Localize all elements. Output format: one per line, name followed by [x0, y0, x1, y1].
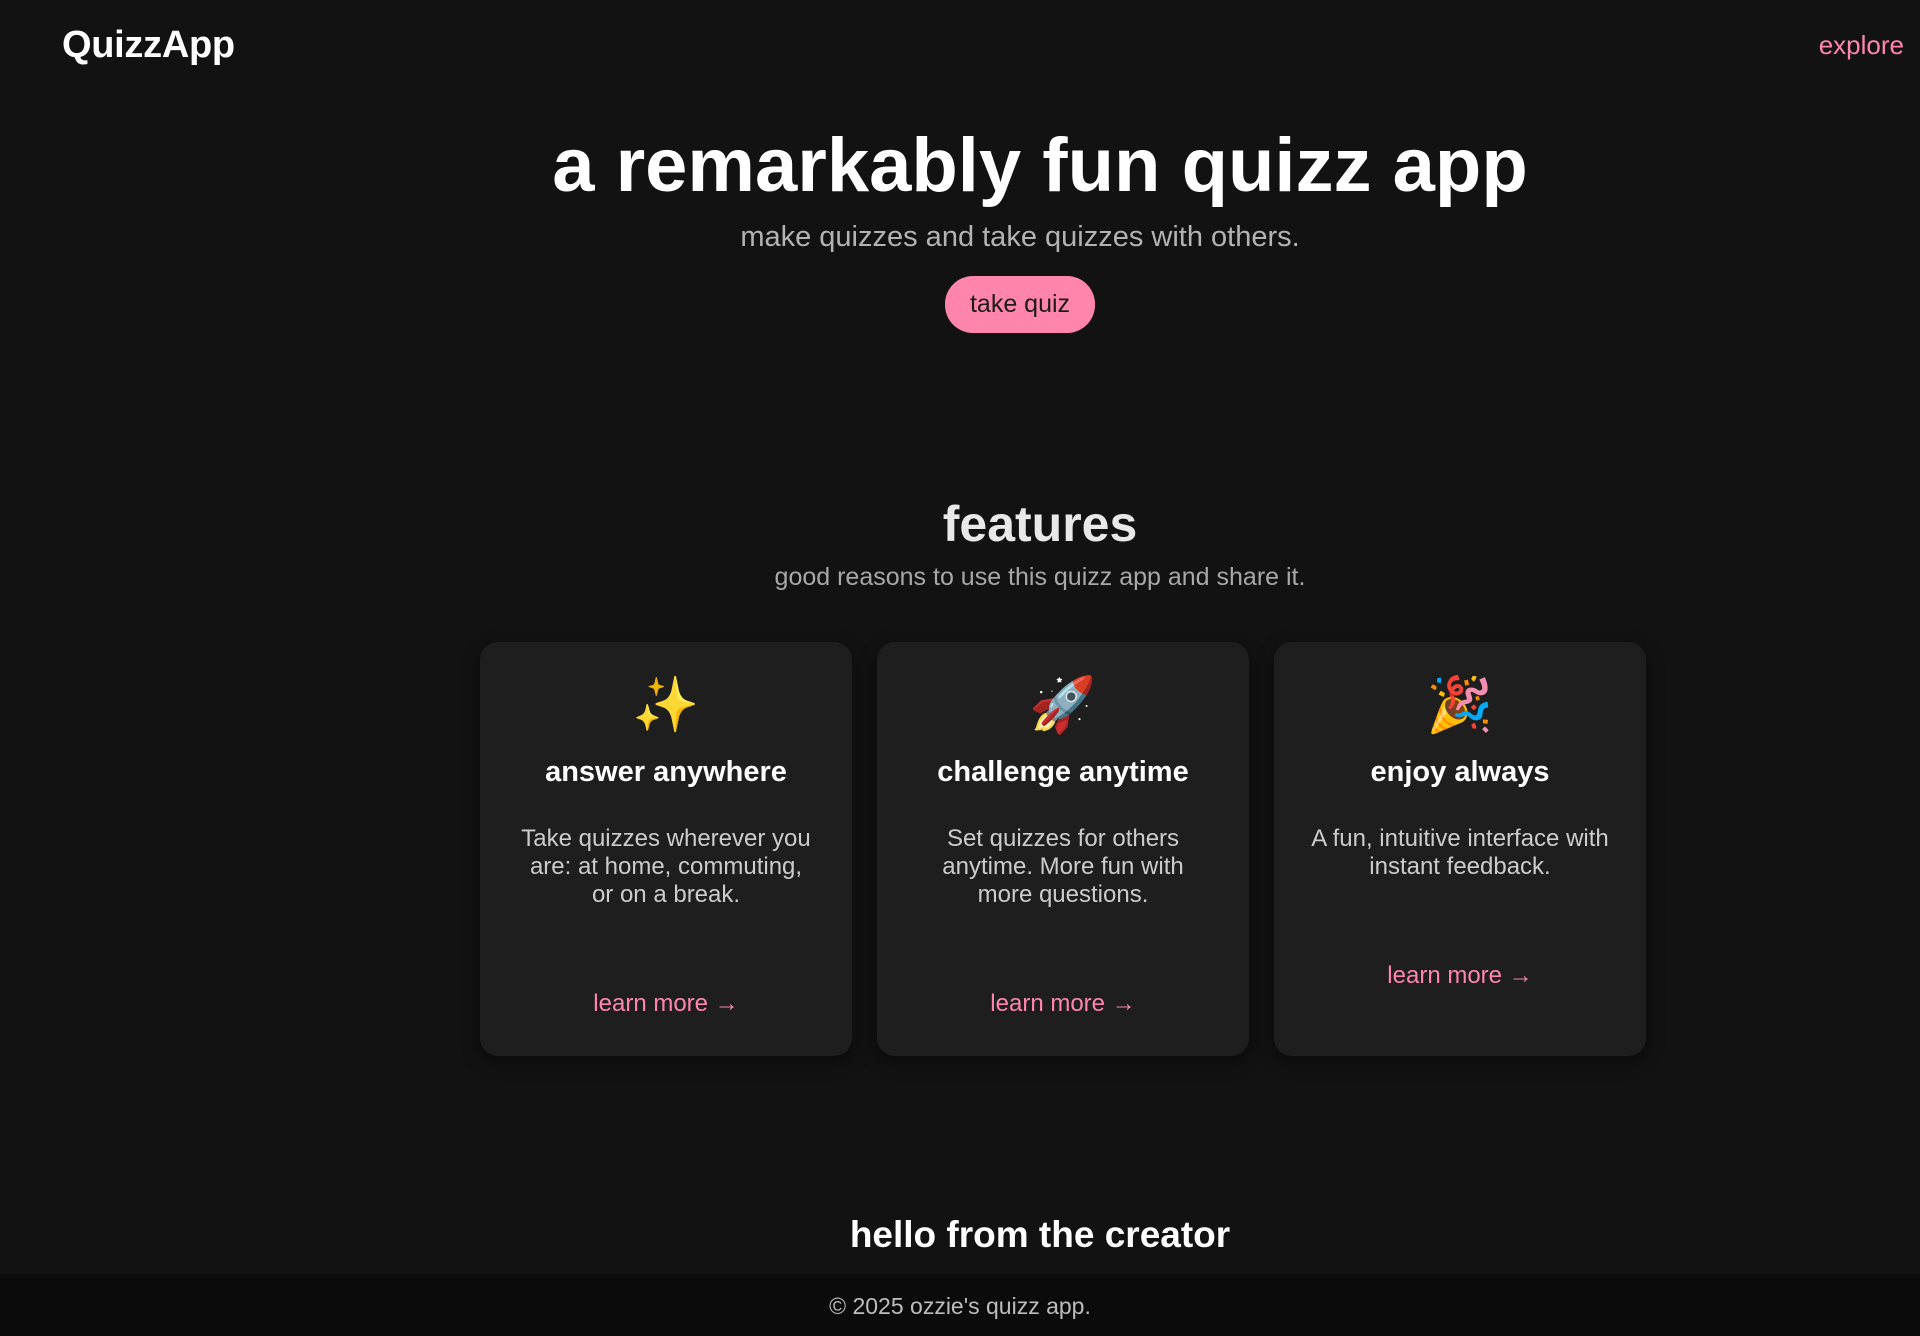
page: QuizzApp explore a remarkably fun quizz … — [0, 0, 1920, 1336]
feature-card-answer-anywhere: ✨ answer anywhere Take quizzes wherever … — [480, 642, 852, 1056]
features-section: features good reasons to use this quizz … — [0, 495, 1920, 1056]
features-subtitle: good reasons to use this quizz app and s… — [774, 563, 1306, 591]
learn-more-link[interactable]: learn more → — [1274, 962, 1646, 990]
feature-card-title: challenge anytime — [937, 756, 1189, 788]
take-quiz-button[interactable]: take quiz — [944, 276, 1096, 334]
app-logo[interactable]: QuizzApp — [62, 24, 235, 67]
rocket-icon: 🚀 — [1029, 675, 1097, 735]
party-popper-icon: 🎉 — [1426, 675, 1494, 735]
learn-more-link[interactable]: learn more → — [877, 990, 1249, 1018]
learn-more-link[interactable]: learn more → — [480, 990, 852, 1018]
feature-card-enjoy-always: 🎉 enjoy always A fun, intuitive interfac… — [1274, 642, 1646, 1056]
feature-card-challenge-anytime: 🚀 challenge anytime Set quizzes for othe… — [877, 642, 1249, 1056]
site-footer: © 2025 ozzie's quizz app. — [0, 1274, 1920, 1336]
features-title: features — [942, 496, 1138, 552]
creator-heading: hello from the creator — [849, 1214, 1231, 1255]
sparkles-icon: ✨ — [632, 675, 700, 735]
feature-cards: ✨ answer anywhere Take quizzes wherever … — [480, 642, 1646, 1056]
hero-subtitle: make quizzes and take quizzes with other… — [740, 221, 1300, 254]
feature-card-description: A fun, intuitive interface with instant … — [1311, 825, 1609, 880]
cta-wrapper: take quiz — [120, 276, 1920, 334]
site-header: QuizzApp explore — [0, 0, 1920, 96]
copyright-text: © 2025 ozzie's quizz app. — [829, 1293, 1091, 1319]
feature-card-description: Set quizzes for others anytime. More fun… — [942, 825, 1184, 908]
feature-card-title: enjoy always — [1370, 756, 1550, 788]
explore-link[interactable]: explore — [1819, 30, 1904, 61]
hero-section: a remarkably fun quizz app make quizzes … — [0, 120, 1920, 334]
hero-title: a remarkably fun quizz app — [552, 123, 1528, 208]
feature-card-title: answer anywhere — [545, 756, 787, 788]
feature-card-description: Take quizzes wherever you are: at home, … — [521, 825, 811, 908]
